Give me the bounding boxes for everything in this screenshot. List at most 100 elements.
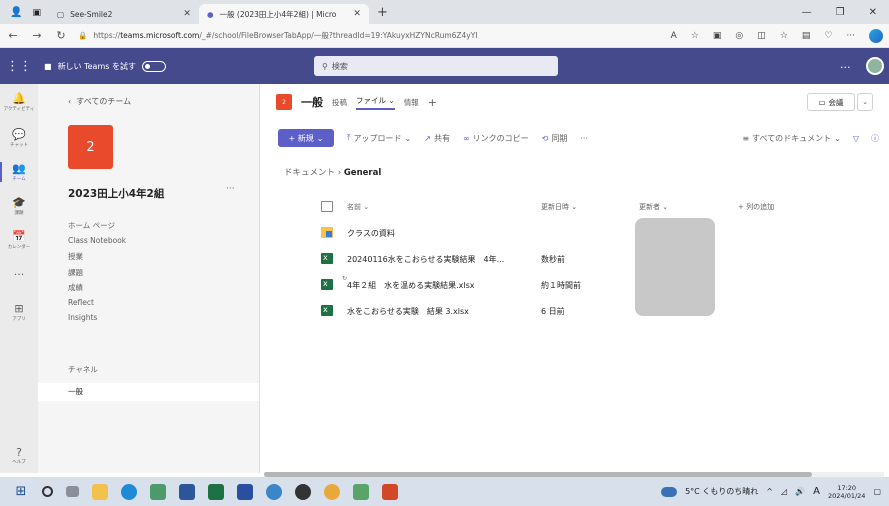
- team-nav-item[interactable]: 授業: [68, 251, 126, 267]
- minimize-icon[interactable]: —: [802, 7, 812, 18]
- app-launcher-icon[interactable]: ⋮⋮: [0, 59, 38, 74]
- filter-icon[interactable]: ▽: [853, 134, 859, 143]
- rail-chat[interactable]: 💬 チャット: [0, 128, 38, 148]
- browser-tab-1[interactable]: ▢ See-Smile2 ✕: [49, 4, 199, 24]
- team-nav-item[interactable]: Reflect: [68, 298, 126, 314]
- table-row[interactable]: 水をこおらせる実験 結果 3.xlsx 6 日前: [260, 298, 889, 324]
- app-icon[interactable]: [295, 483, 311, 500]
- meet-dropdown[interactable]: ⌄: [857, 93, 873, 111]
- col-modified[interactable]: 更新日時 ⌄: [541, 202, 577, 212]
- network-icon[interactable]: ◿: [781, 487, 787, 496]
- word-icon[interactable]: [179, 483, 195, 500]
- tab-info[interactable]: 情報: [404, 97, 419, 108]
- breadcrumb-root[interactable]: ドキュメント: [284, 168, 335, 178]
- clock[interactable]: 17:20 2024/01/24: [828, 484, 865, 500]
- search-icon[interactable]: [42, 486, 53, 497]
- search-input[interactable]: ⚲ 検索: [314, 56, 558, 76]
- edge-icon[interactable]: [869, 28, 883, 43]
- favorites-icon[interactable]: ☆: [780, 31, 788, 41]
- team-nav-item[interactable]: 課題: [68, 267, 126, 283]
- ime-indicator[interactable]: A: [813, 486, 820, 497]
- edge-icon[interactable]: [121, 483, 137, 500]
- app-icon[interactable]: [353, 483, 369, 500]
- collections-icon[interactable]: ▤: [802, 31, 811, 41]
- meet-button[interactable]: ▭ 会議: [807, 93, 855, 111]
- chevron-up-icon[interactable]: ^: [766, 487, 773, 496]
- settings-more-icon[interactable]: ...: [840, 58, 851, 71]
- upload-button[interactable]: ⤒ アップロード ⌄: [347, 133, 411, 144]
- avatar[interactable]: [866, 57, 884, 75]
- team-more-icon[interactable]: ···: [226, 184, 235, 194]
- rail-help[interactable]: ? ヘルプ: [0, 446, 38, 465]
- table-row[interactable]: ↻ 4年２組 水を温める実験結果.xlsx 約１時間前: [260, 272, 889, 298]
- col-name[interactable]: 名前 ⌄: [347, 202, 369, 212]
- rail-calendar[interactable]: 📅 カレンダー: [0, 230, 38, 250]
- new-tab-button[interactable]: +: [369, 5, 396, 24]
- add-column-button[interactable]: + 列の追加: [738, 202, 774, 212]
- excel-icon[interactable]: [208, 483, 224, 500]
- more-actions-icon[interactable]: ···: [580, 134, 588, 143]
- rail-activity[interactable]: 🔔 アクティビティ: [0, 92, 38, 112]
- new-button[interactable]: + 新規 ⌄: [278, 129, 334, 147]
- add-tab-icon[interactable]: +: [428, 96, 437, 109]
- rail-teams[interactable]: 👥 チーム: [0, 162, 38, 182]
- rail-apps[interactable]: ⊞ アプリ: [0, 302, 38, 322]
- col-modified-by[interactable]: 更新者 ⌄: [639, 202, 668, 212]
- video-icon: ▭: [818, 97, 826, 107]
- notification-icon[interactable]: ▢: [873, 487, 881, 496]
- file-name[interactable]: 4年２組 水を温める実験結果.xlsx: [347, 280, 475, 291]
- file-name[interactable]: クラスの資料: [347, 228, 395, 239]
- powerpoint-icon[interactable]: [382, 483, 398, 500]
- share-button[interactable]: ↗ 共有: [424, 133, 450, 144]
- favorite-icon[interactable]: ☆: [691, 31, 699, 41]
- close-window-icon[interactable]: ✕: [869, 7, 877, 18]
- browser-tab-2[interactable]: ● 一般 (2023田上小4年2組) | Micro ✕: [198, 4, 369, 24]
- url-field[interactable]: 🔒 https://teams.microsoft.com/_#/school/…: [78, 30, 478, 41]
- forward-icon[interactable]: →: [30, 29, 44, 42]
- app-icon[interactable]: [150, 483, 166, 500]
- rail-assignments[interactable]: 🎓 課題: [0, 196, 38, 216]
- volume-icon[interactable]: 🔊: [795, 487, 805, 496]
- close-tab-icon[interactable]: ✕: [183, 9, 191, 19]
- close-tab-icon[interactable]: ✕: [353, 9, 361, 19]
- file-type-icon[interactable]: [321, 201, 333, 212]
- back-to-teams[interactable]: ‹ すべてのチーム: [68, 96, 131, 107]
- task-view-icon[interactable]: [66, 486, 79, 497]
- info-icon[interactable]: ⓘ: [871, 133, 879, 144]
- restore-icon[interactable]: ❐: [836, 7, 845, 18]
- paint-icon[interactable]: [266, 483, 282, 500]
- channel-item-general[interactable]: 一般: [38, 383, 259, 401]
- toggle-switch[interactable]: [141, 60, 166, 72]
- rail-more[interactable]: ···: [0, 268, 38, 281]
- team-nav-item[interactable]: Insights: [68, 313, 126, 329]
- profile-icon[interactable]: 👤: [10, 7, 22, 18]
- file-name[interactable]: 20240116水をこおらせる実験結果 4年...: [347, 254, 504, 265]
- sync-button[interactable]: ⟲ 同期: [542, 133, 568, 144]
- app-icon[interactable]: [237, 483, 253, 500]
- extension-icon[interactable]: ▣: [713, 31, 722, 41]
- chrome-icon[interactable]: [324, 483, 340, 500]
- split-screen-icon[interactable]: ◫: [757, 31, 766, 41]
- windows-start-icon[interactable]: ⊞: [13, 484, 29, 500]
- tab-actions-icon[interactable]: ▣: [32, 8, 41, 18]
- file-explorer-icon[interactable]: [92, 483, 108, 500]
- team-nav-item[interactable]: 成績: [68, 282, 126, 298]
- back-icon[interactable]: ←: [6, 29, 20, 42]
- copilot-icon[interactable]: ◎: [735, 31, 743, 41]
- tab-posts[interactable]: 投稿: [332, 97, 347, 108]
- table-row[interactable]: クラスの資料: [260, 220, 889, 246]
- refresh-icon[interactable]: ↻: [54, 29, 68, 42]
- weather-text[interactable]: 5°C くもりのち晴れ: [685, 486, 758, 497]
- table-row[interactable]: 20240116水をこおらせる実験結果 4年... 数秒前: [260, 246, 889, 272]
- copy-link-button[interactable]: ∞ リンクのコピー: [463, 133, 529, 144]
- tab-files[interactable]: ファイル ⌄: [356, 95, 395, 110]
- more-icon[interactable]: ···: [846, 31, 855, 41]
- file-name[interactable]: 水をこおらせる実験 結果 3.xlsx: [347, 306, 469, 317]
- view-selector[interactable]: ≡ すべてのドキュメント ⌄: [742, 133, 841, 144]
- team-nav-item[interactable]: ホーム ページ: [68, 220, 126, 236]
- weather-icon: [661, 486, 678, 497]
- team-nav-item[interactable]: Class Notebook: [68, 236, 126, 252]
- performance-icon[interactable]: ♡: [824, 31, 832, 41]
- new-teams-toggle[interactable]: ■ 新しい Teams を試す: [44, 60, 166, 72]
- read-aloud-icon[interactable]: A: [671, 31, 677, 41]
